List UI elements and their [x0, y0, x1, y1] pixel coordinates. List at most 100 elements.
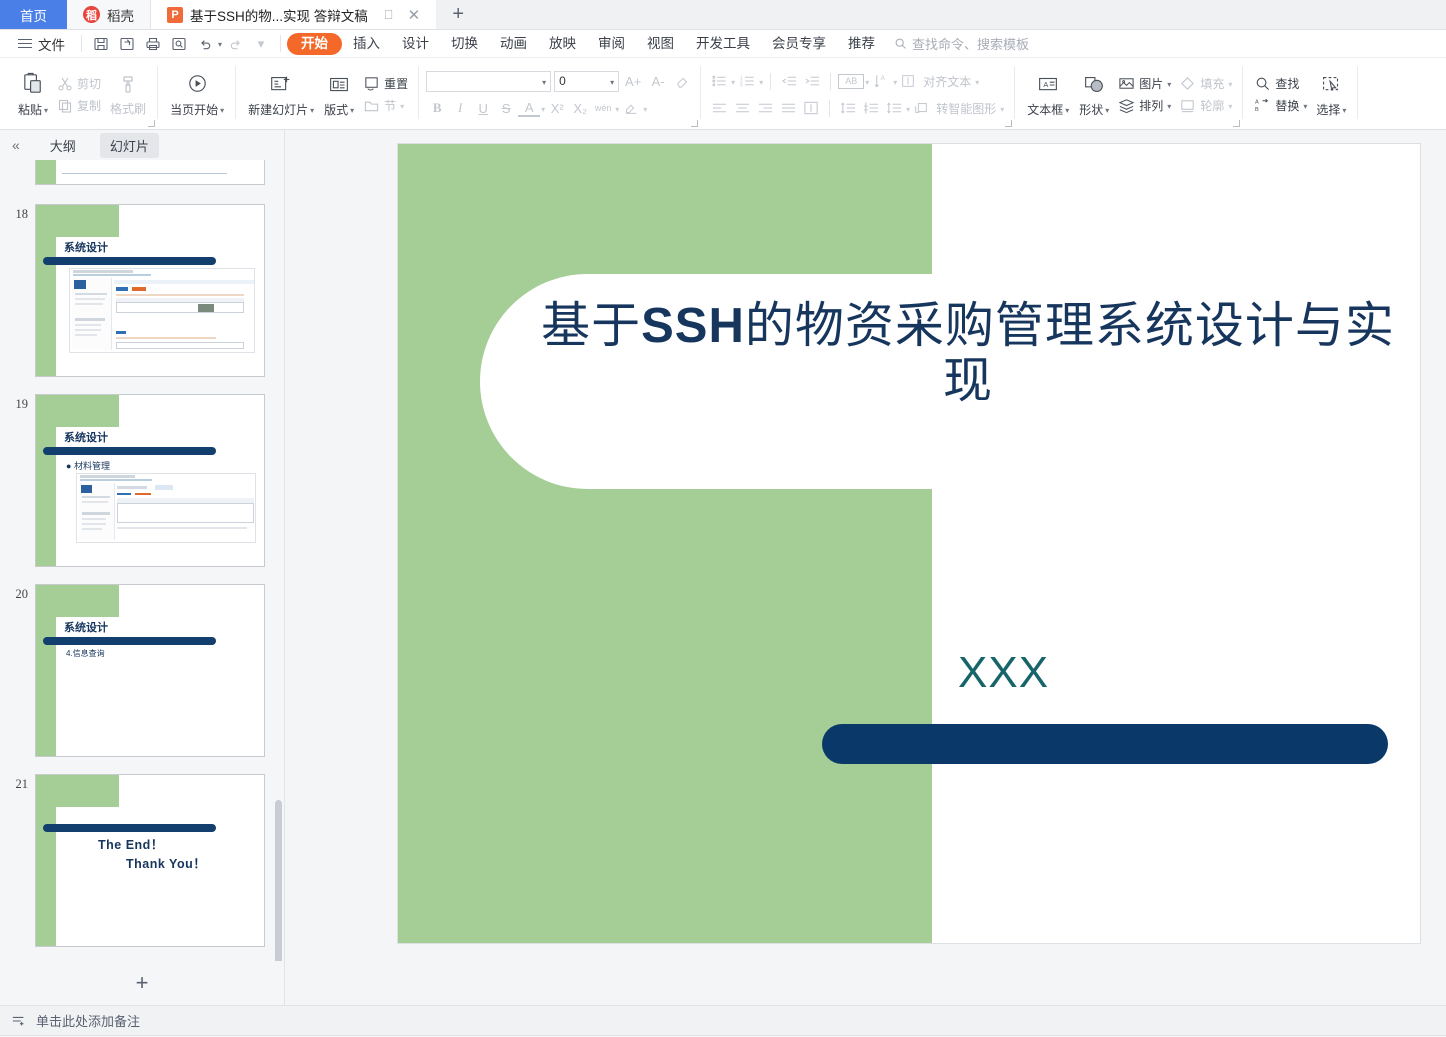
- command-search[interactable]: 查找命令、搜索模板: [894, 34, 1029, 53]
- chevron-down-icon[interactable]: ▾: [1342, 106, 1346, 115]
- slide-author[interactable]: XXX: [958, 648, 1049, 698]
- slide-thumbnail-list[interactable]: 17 18 系统设计: [0, 160, 284, 961]
- strikethrough-button[interactable]: S: [495, 97, 517, 119]
- ribbon-tab-member[interactable]: 会员专享: [761, 33, 837, 55]
- chevron-down-icon[interactable]: ▾: [1228, 80, 1232, 89]
- pinyin-guide-button[interactable]: wén: [592, 97, 614, 119]
- align-text-button[interactable]: 对齐文本 ▾: [919, 72, 983, 91]
- ribbon-tab-start[interactable]: 开始: [287, 32, 343, 55]
- section-button[interactable]: 节 ▾: [359, 96, 412, 115]
- bullet-caret-icon[interactable]: ▾: [731, 78, 735, 87]
- align-text-icon[interactable]: [898, 70, 918, 92]
- slide-thumbnail-21[interactable]: 21 The End！ Thank You！: [12, 774, 284, 947]
- slide-navy-bar[interactable]: [822, 724, 1388, 764]
- tab-document[interactable]: P 基于SSH的物...实现 答辩文稿 ⎕ ✕: [151, 0, 437, 29]
- clear-format-icon[interactable]: [672, 70, 694, 92]
- align-center-icon[interactable]: [731, 97, 753, 119]
- slide-thumbnail-20[interactable]: 20 系统设计 4.信息查询: [12, 584, 284, 757]
- ribbon-tab-transition[interactable]: 切换: [440, 33, 489, 55]
- smart-art-button[interactable]: 转智能图形 ▾: [932, 99, 1008, 118]
- chevron-down-icon[interactable]: ▾: [542, 78, 546, 87]
- sort-caret-icon[interactable]: ▾: [893, 78, 897, 87]
- thumbnail-scrollbar[interactable]: [275, 800, 282, 961]
- clipboard-dialog-launcher[interactable]: [148, 120, 156, 127]
- slide-thumbnail-18[interactable]: 18 系统设计: [12, 204, 284, 377]
- chevron-down-icon[interactable]: ▾: [220, 106, 224, 115]
- align-left-icon[interactable]: [708, 97, 730, 119]
- layout-button[interactable]: 版式 ▾: [319, 60, 359, 129]
- text-direction-button[interactable]: AB: [838, 73, 865, 89]
- line-spacing-icon[interactable]: [837, 97, 859, 119]
- line-height-icon[interactable]: [883, 97, 905, 119]
- italic-button[interactable]: I: [449, 97, 471, 119]
- from-current-slide-button[interactable]: 当页开始 ▾: [165, 60, 229, 129]
- justify-icon[interactable]: [777, 97, 799, 119]
- ribbon-tab-recommend[interactable]: 推荐: [837, 33, 886, 55]
- cut-button[interactable]: 剪切: [53, 74, 105, 93]
- picture-button[interactable]: 图片 ▾: [1114, 74, 1175, 93]
- thumbnail-canvas[interactable]: The End！ Thank You！: [35, 774, 265, 947]
- shrink-font-button[interactable]: A-: [647, 70, 669, 92]
- chevron-down-icon[interactable]: ▾: [1303, 102, 1307, 111]
- font-dialog-launcher[interactable]: [691, 120, 699, 127]
- paragraph-spacing-icon[interactable]: [860, 97, 882, 119]
- chevron-down-icon[interactable]: ▾: [44, 106, 48, 115]
- sort-icon[interactable]: A: [870, 70, 892, 92]
- undo-dropdown-caret[interactable]: ▾: [218, 40, 222, 49]
- slide-title[interactable]: 基于SSH的物资采购管理系统设计与实现: [518, 298, 1418, 409]
- new-tab-button[interactable]: +: [436, 0, 480, 29]
- numbered-list-icon[interactable]: 123: [736, 70, 758, 92]
- bold-button[interactable]: B: [426, 97, 448, 119]
- fill-button[interactable]: 填充 ▾: [1175, 74, 1236, 93]
- font-size-input[interactable]: 0 ▾: [554, 70, 620, 92]
- chevron-down-icon[interactable]: ▾: [975, 78, 979, 87]
- slide-canvas-area[interactable]: 基于SSH的物资采购管理系统设计与实现 XXX: [285, 130, 1446, 1005]
- highlight-caret-icon[interactable]: ▾: [643, 105, 647, 114]
- arrange-button[interactable]: 排列 ▾: [1114, 96, 1175, 115]
- ribbon-tab-review[interactable]: 审阅: [587, 33, 636, 55]
- subscript-button[interactable]: X₂: [569, 97, 591, 119]
- ribbon-tab-animation[interactable]: 动画: [489, 33, 538, 55]
- font-color-button[interactable]: A: [518, 99, 541, 117]
- save-icon[interactable]: [88, 33, 114, 55]
- new-slide-button[interactable]: 新建幻灯片 ▾: [243, 60, 319, 129]
- shapes-button[interactable]: 形状 ▾: [1074, 60, 1114, 129]
- thumbnail-canvas[interactable]: 系统设计 ● 材料管理: [35, 394, 265, 567]
- grow-font-button[interactable]: A+: [622, 70, 644, 92]
- undo-icon[interactable]: [192, 33, 218, 55]
- decrease-indent-icon[interactable]: [778, 70, 800, 92]
- customize-quick-access-icon[interactable]: ▾: [248, 33, 274, 55]
- thumbnail-canvas[interactable]: 系统设计: [35, 204, 265, 377]
- ribbon-tab-insert[interactable]: 插入: [342, 33, 391, 55]
- print-preview-icon[interactable]: [166, 33, 192, 55]
- slide-thumbnail-19[interactable]: 19 系统设计 ● 材料管理: [12, 394, 284, 567]
- replace-button[interactable]: AB 替换 ▾: [1250, 96, 1311, 115]
- align-right-icon[interactable]: [754, 97, 776, 119]
- line-height-caret-icon[interactable]: ▾: [906, 105, 910, 114]
- font-color-caret-icon[interactable]: ▾: [541, 105, 545, 114]
- close-icon[interactable]: ✕: [408, 6, 421, 24]
- outline-button[interactable]: 轮廓 ▾: [1175, 96, 1236, 115]
- highlight-icon[interactable]: [620, 97, 642, 119]
- chevron-down-icon[interactable]: ▾: [310, 106, 314, 115]
- tab-home[interactable]: 首页: [0, 0, 67, 29]
- text-box-button[interactable]: A 文本框 ▾: [1022, 60, 1074, 129]
- paragraph-dialog-launcher[interactable]: [1005, 120, 1013, 127]
- drawing-dialog-launcher[interactable]: [1233, 120, 1241, 127]
- bullet-list-icon[interactable]: [708, 70, 730, 92]
- collapse-chevrons-icon[interactable]: «: [6, 137, 26, 153]
- thumbnail-canvas[interactable]: [35, 160, 265, 185]
- chevron-down-icon[interactable]: ▾: [1228, 102, 1232, 111]
- chevron-down-icon[interactable]: ▾: [1065, 106, 1069, 115]
- current-slide[interactable]: 基于SSH的物资采购管理系统设计与实现 XXX: [398, 144, 1420, 943]
- numbering-caret-icon[interactable]: ▾: [759, 78, 763, 87]
- paste-button[interactable]: 粘贴 ▾: [13, 60, 53, 129]
- chevron-down-icon[interactable]: ▾: [610, 78, 614, 87]
- ribbon-tab-slideshow[interactable]: 放映: [538, 33, 587, 55]
- ribbon-tab-developer[interactable]: 开发工具: [685, 33, 761, 55]
- find-button[interactable]: 查找: [1250, 74, 1311, 93]
- chevron-down-icon[interactable]: ▾: [1167, 102, 1171, 111]
- pane-tab-outline[interactable]: 大纲: [40, 133, 86, 158]
- notes-pane[interactable]: 单击此处添加备注: [0, 1005, 1446, 1035]
- print-icon[interactable]: [140, 33, 166, 55]
